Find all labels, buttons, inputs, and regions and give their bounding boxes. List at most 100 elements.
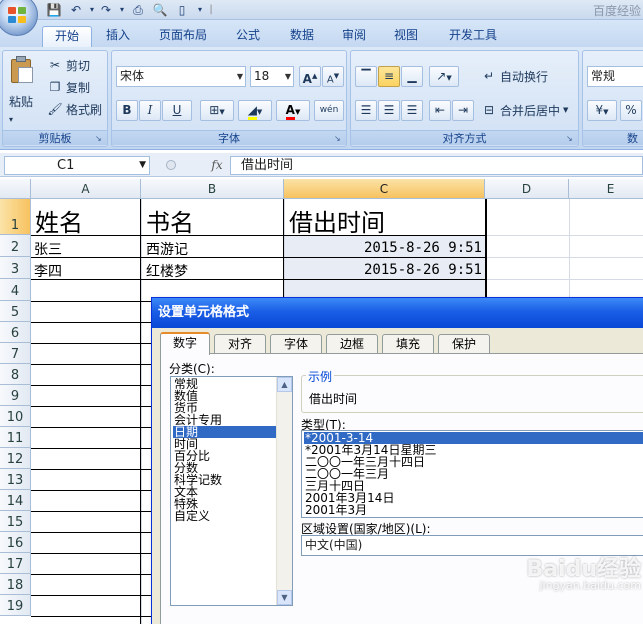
tab-data[interactable]: 数据 — [282, 26, 322, 47]
cell-c2[interactable]: 2015-8-26 9:51 — [286, 240, 482, 256]
cell-b1[interactable]: 书名 — [146, 203, 194, 238]
increase-indent-button[interactable]: ⇥ — [452, 100, 474, 121]
alignment-launcher-icon[interactable]: ↘ — [566, 134, 576, 144]
font-launcher-icon[interactable]: ↘ — [334, 134, 344, 144]
shrink-font-button[interactable]: A▼ — [322, 66, 344, 87]
format-painter-button[interactable]: 🖌 格式刷 — [47, 99, 102, 119]
fill-color-button[interactable]: ◢▼ — [238, 100, 272, 121]
cell-b3[interactable]: 红楼梦 — [146, 261, 188, 281]
row-header-3[interactable]: 3 — [0, 257, 31, 279]
row-header-15[interactable]: 15 — [0, 511, 31, 532]
column-header-a[interactable]: A — [31, 179, 141, 199]
orientation-button[interactable]: ↗▼ — [429, 66, 459, 87]
cell-b2[interactable]: 西游记 — [146, 239, 188, 259]
bold-button[interactable]: B — [116, 100, 138, 121]
underline-button[interactable]: U — [162, 100, 192, 121]
row-header-18[interactable]: 18 — [0, 574, 31, 595]
merge-center-button[interactable]: ⊟ 合并后居中 ▼ — [481, 100, 568, 120]
font-size-combo[interactable]: 18 ▼ — [250, 66, 294, 87]
row-header-10[interactable]: 10 — [0, 406, 31, 427]
column-header-e[interactable]: E — [569, 179, 643, 199]
clipboard-launcher-icon[interactable]: ↘ — [95, 134, 105, 144]
wrap-text-button[interactable]: ↵ 自动换行 — [481, 66, 548, 86]
tab-home[interactable]: 开始 — [42, 26, 92, 47]
tab-developer[interactable]: 开发工具 — [440, 26, 506, 47]
tab-view[interactable]: 视图 — [386, 26, 426, 47]
row-header-1[interactable]: 1 — [0, 199, 31, 235]
tab-border[interactable]: 边框 — [326, 334, 378, 354]
tab-number[interactable]: 数字 — [160, 332, 210, 355]
align-top-button[interactable]: ▔ — [355, 66, 377, 87]
cell-a1[interactable]: 姓名 — [35, 203, 83, 238]
cell-a3[interactable]: 李四 — [34, 261, 62, 281]
row-header-11[interactable]: 11 — [0, 427, 31, 448]
tab-alignment[interactable]: 对齐 — [214, 334, 266, 354]
new-document-icon[interactable]: ▯ — [174, 2, 190, 18]
print-preview-icon[interactable]: 🔍 — [152, 2, 168, 18]
borders-button[interactable]: ⊞▼ — [200, 100, 234, 121]
row-header-13[interactable]: 13 — [0, 469, 31, 490]
align-center-button[interactable]: ☰ — [378, 100, 400, 121]
tab-page-layout[interactable]: 页面布局 — [150, 26, 216, 47]
font-name-combo[interactable]: 宋体 ▼ — [116, 66, 246, 87]
column-header-d[interactable]: D — [485, 179, 569, 199]
formula-input[interactable]: 借出时间 — [230, 156, 643, 175]
grow-font-button[interactable]: A▲ — [299, 66, 321, 87]
row-header-12[interactable]: 12 — [0, 448, 31, 469]
category-list[interactable]: 常规 数值 货币 会计专用 日期 时间 百分比 分数 科学记数 文本 特殊 自定… — [170, 376, 293, 606]
cut-button[interactable]: ✂ 剪切 — [47, 55, 90, 75]
tab-protection[interactable]: 保护 — [438, 334, 490, 354]
paste-dropdown-icon[interactable]: ▾ — [9, 109, 13, 129]
tab-fill[interactable]: 填充 — [382, 334, 434, 354]
align-middle-button[interactable]: ≡ — [378, 66, 400, 87]
decrease-indent-button[interactable]: ⇤ — [429, 100, 451, 121]
tab-review[interactable]: 审阅 — [334, 26, 374, 47]
category-scrollbar[interactable]: ▲ ▼ — [276, 377, 292, 605]
cell-a2[interactable]: 张三 — [34, 239, 62, 259]
align-left-button[interactable]: ☰ — [355, 100, 377, 121]
paste-button[interactable]: 粘贴 — [9, 91, 33, 111]
row-header-17[interactable]: 17 — [0, 553, 31, 574]
list-item[interactable]: 自定义 — [173, 510, 276, 522]
accounting-format-button[interactable]: ¥▼ — [587, 100, 617, 121]
undo-icon[interactable]: ↶ — [68, 2, 84, 18]
select-all-corner[interactable] — [0, 179, 31, 199]
column-header-b[interactable]: B — [141, 179, 284, 199]
phonetic-button[interactable]: wén — [314, 100, 344, 121]
row-header-16[interactable]: 16 — [0, 532, 31, 553]
percent-button[interactable]: % — [620, 100, 642, 121]
list-item[interactable]: 2001年3月 — [304, 504, 643, 516]
italic-button[interactable]: I — [139, 100, 161, 121]
quick-access-dropdown-icon[interactable]: ▾ — [192, 2, 208, 18]
type-list[interactable]: *2001-3-14 *2001年3月14日星期三 二〇〇一年三月十四日 二〇〇… — [301, 430, 643, 518]
align-right-button[interactable]: ☰ — [401, 100, 423, 121]
copy-button[interactable]: ❐ 复制 — [47, 77, 90, 97]
row-header-19[interactable]: 19 — [0, 595, 31, 616]
scroll-up-icon[interactable]: ▲ — [277, 377, 292, 392]
redo-dropdown-icon[interactable]: ▾ — [114, 2, 130, 18]
number-format-combo[interactable]: 常规 — [587, 66, 643, 87]
scroll-down-icon[interactable]: ▼ — [277, 590, 292, 605]
row-header-9[interactable]: 9 — [0, 385, 31, 406]
column-header-c[interactable]: C — [284, 179, 485, 199]
print-icon[interactable]: ⎙ — [130, 2, 146, 18]
paste-icon[interactable] — [9, 55, 35, 85]
save-icon[interactable]: 💾 — [46, 2, 62, 18]
row-header-7[interactable]: 7 — [0, 343, 31, 364]
row-header-5[interactable]: 5 — [0, 301, 31, 322]
tab-font[interactable]: 字体 — [270, 334, 322, 354]
redo-icon[interactable]: ↷ — [98, 2, 114, 18]
row-header-6[interactable]: 6 — [0, 322, 31, 343]
tab-insert[interactable]: 插入 — [98, 26, 138, 47]
cell-c3[interactable]: 2015-8-26 9:51 — [286, 262, 482, 278]
name-box[interactable]: C1 ▼ — [4, 156, 150, 175]
tab-formulas[interactable]: 公式 — [228, 26, 268, 47]
font-color-button[interactable]: A▼ — [276, 100, 310, 121]
row-header-2[interactable]: 2 — [0, 235, 31, 257]
row-header-4[interactable]: 4 — [0, 279, 31, 301]
insert-function-button[interactable]: fx — [206, 156, 228, 175]
cell-c1[interactable]: 借出时间 — [289, 203, 385, 238]
align-bottom-button[interactable]: ▁ — [401, 66, 423, 87]
row-header-8[interactable]: 8 — [0, 364, 31, 385]
row-header-14[interactable]: 14 — [0, 490, 31, 511]
